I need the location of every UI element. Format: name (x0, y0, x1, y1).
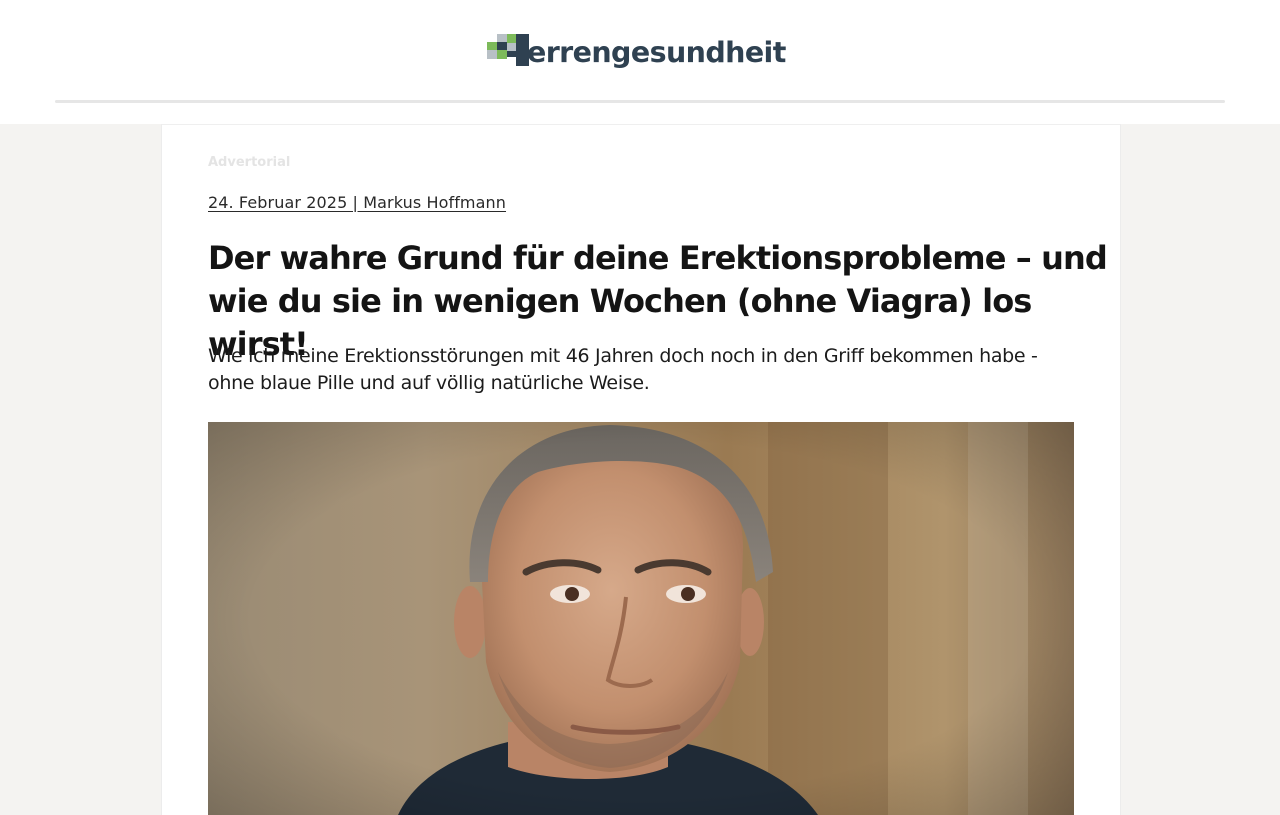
logo-text: errengesundheit (527, 36, 786, 69)
article-subtitle: Wie ich meine Erektionsstörungen mit 46 … (208, 345, 1038, 394)
article-card: Advertorial 24. Februar 2025 | Markus Ho… (161, 124, 1121, 815)
pixel-h-logo-icon (487, 34, 529, 68)
article-date-author-link[interactable]: 24. Februar 2025 | Markus Hoffmann (208, 193, 506, 212)
site-logo[interactable]: errengesundheit (487, 34, 786, 74)
header-divider (55, 100, 1225, 103)
advertorial-label: Advertorial (208, 155, 291, 170)
site-header: errengesundheit (0, 0, 1280, 124)
man-portrait-image (208, 422, 1074, 815)
